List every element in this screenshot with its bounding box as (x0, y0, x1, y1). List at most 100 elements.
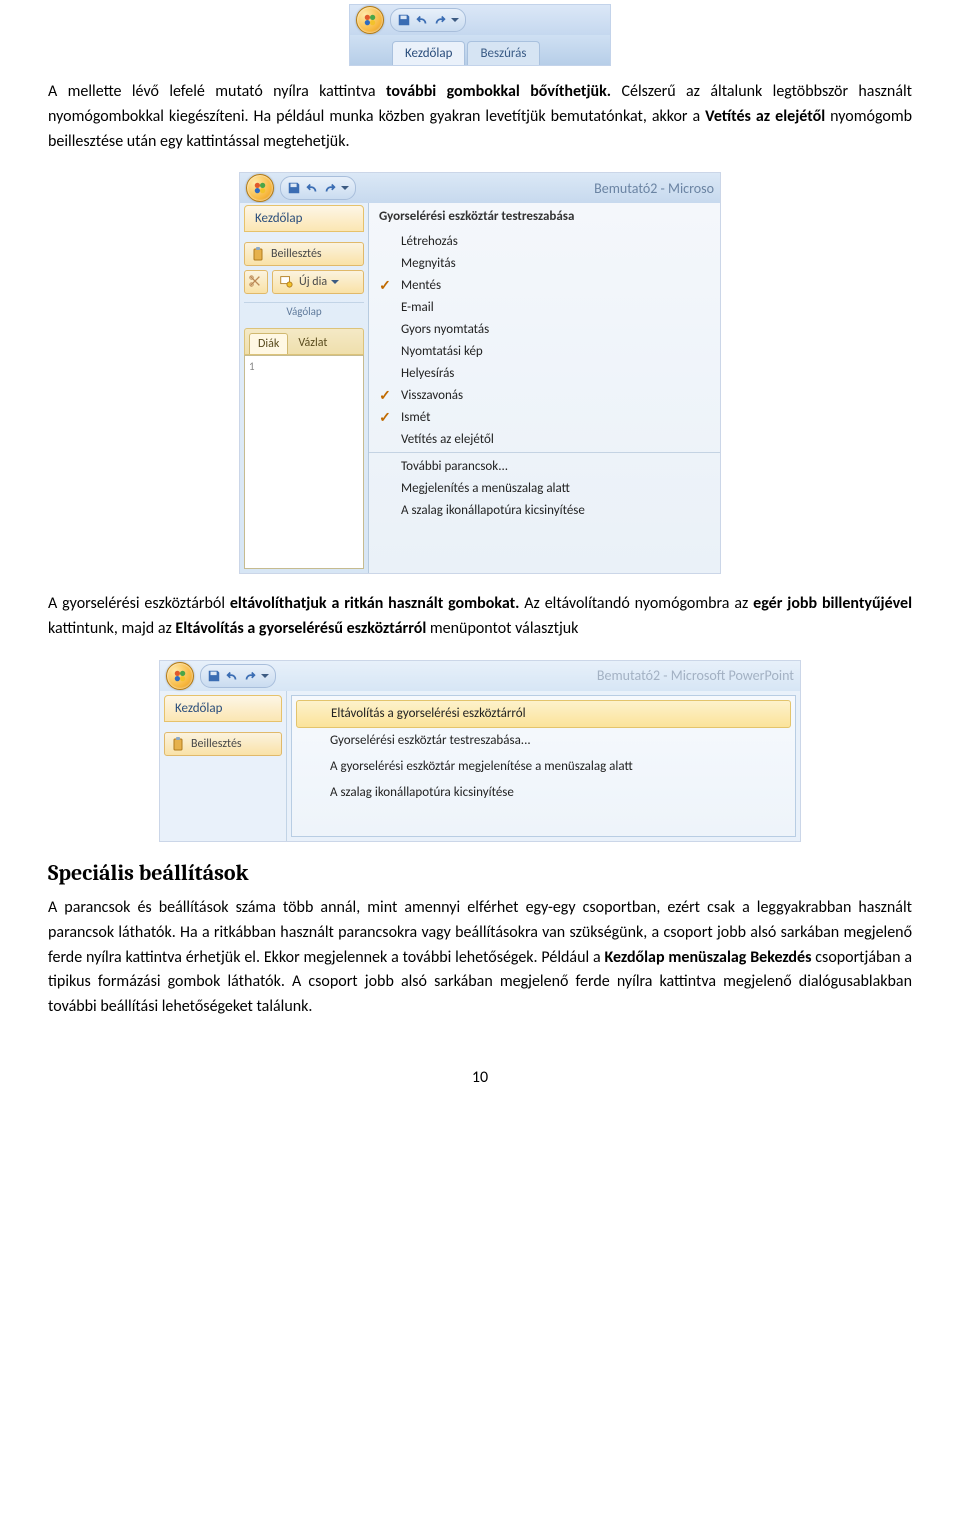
chevron-down-icon (451, 18, 459, 26)
figure-ribbon-tabs: Kezdőlap Beszúrás (349, 4, 611, 66)
check-icon: ✓ (377, 409, 393, 425)
bold-text: eltávolíthatjuk a ritkán használt gombok… (230, 594, 520, 613)
dropdown-header: Gyorselérési eszköztár testreszabása (369, 203, 720, 230)
dd-item-label: E-mail (401, 300, 434, 315)
qat-titlebar (350, 5, 610, 35)
text: A mellette lévő lefelé mutató nyílra kat… (48, 82, 386, 101)
figure-qat-customize: Bemutató2 - Microso Kezdőlap Beillesztés (239, 172, 721, 574)
qat-customize-dropdown: Gyorselérési eszköztár testreszabása Lét… (369, 203, 720, 573)
quick-access-toolbar (200, 664, 276, 688)
dd-item-visszavonas: ✓Visszavonás (369, 384, 720, 406)
quick-access-toolbar (390, 8, 466, 32)
check-icon (377, 233, 393, 249)
minimize-ribbon-icon (302, 784, 320, 802)
dd-item-ismet: ✓ Ismét (369, 406, 720, 428)
text: Az eltávolítandó nyomógombra az (519, 594, 753, 613)
dd-item-label: Mentés (401, 278, 441, 293)
customize-icon (302, 732, 320, 750)
check-icon (377, 321, 393, 337)
ctx-item-label: A szalag ikonállapotúra kicsinyítése (330, 785, 514, 800)
dd-item-label: Helyesírás (401, 366, 454, 381)
dd-item-label: Gyors nyomtatás (401, 322, 489, 337)
dd-item-megjelenites-alatt: Megjelenítés a menüszalag alatt (369, 477, 720, 499)
check-icon: ✓ (377, 277, 393, 293)
office-orb-icon (246, 174, 274, 202)
dd-item-megnyitas: Megnyitás (369, 252, 720, 274)
text: kattintunk, majd az (48, 619, 175, 638)
paste-label: Beillesztés (191, 737, 242, 751)
dd-item-gyorsnyomtatas: Gyors nyomtatás (369, 318, 720, 340)
ctx-item-eltavolitas: Eltávolítás a gyorselérési eszköztárról (296, 700, 791, 728)
check-icon (377, 343, 393, 359)
tab-vazlat: Vázlat (290, 333, 335, 354)
ctx-item-label: A gyorselérési eszköztár megjelenítése a… (330, 759, 633, 774)
section-heading-specialis: Speciális beállítások (48, 860, 912, 886)
ribbon-tab-kezdolap: Kezdőlap (164, 695, 282, 722)
ribbon-tab-kezdolap: Kezdőlap (244, 205, 364, 232)
new-slide-label: Új dia (299, 275, 327, 289)
paragraph-3: A parancsok és beállítások száma több an… (48, 896, 912, 1020)
chevron-down-icon (341, 186, 349, 194)
chevron-down-icon (331, 280, 339, 288)
group-label-clipboard: Vágólap (244, 302, 364, 318)
tab-beszuras: Beszúrás (467, 41, 539, 65)
outline-tabs: Diák Vázlat (244, 328, 364, 355)
check-icon (377, 431, 393, 447)
ctx-item-megjelenites-alatt: A gyorselérési eszköztár megjelenítése a… (292, 754, 795, 780)
bold-text: egér jobb billentyűjével (753, 594, 912, 613)
dd-item-letrehozas: Létrehozás (369, 230, 720, 252)
ctx-item-label: Gyorselérési eszköztár testreszabása... (330, 733, 531, 748)
office-orb-icon (166, 662, 194, 690)
check-icon (377, 365, 393, 381)
ctx-item-label: Eltávolítás a gyorselérési eszköztárról (331, 706, 526, 721)
undo-icon (225, 669, 239, 683)
ctx-item-szalag-kicsinyites: A szalag ikonállapotúra kicsinyítése (292, 780, 795, 806)
dd-item-label: Ismét (401, 410, 431, 425)
office-orb-icon (356, 6, 384, 34)
dd-item-label: Vetítés az elejétől (401, 432, 494, 447)
tab-kezdolap: Kezdőlap (392, 41, 465, 65)
bold-text: Vetítés az elejétől (705, 107, 825, 126)
dd-item-email: E-mail (369, 296, 720, 318)
remove-icon (303, 705, 321, 723)
text: menüpontot választjuk (426, 619, 578, 638)
dd-item-label: A szalag ikonállapotúra kicsinyítése (401, 503, 585, 518)
scissors-icon (248, 274, 264, 290)
figure-context-menu: Bemutató2 - Microsoft PowerPoint Kezdőla… (159, 660, 801, 842)
slide-thumbnail (244, 355, 364, 569)
tab-diak: Diák (249, 333, 288, 354)
window-title: Bemutató2 - Microsoft PowerPoint (597, 667, 794, 684)
dd-item-tovabbi-parancsok: További parancsok... (369, 452, 720, 477)
bold-text: Kezdőlap menüszalag Bekezdés (605, 948, 812, 967)
chevron-down-icon (261, 674, 269, 682)
paste-button: Beillesztés (244, 242, 364, 266)
check-icon (377, 255, 393, 271)
save-icon (287, 181, 301, 195)
dd-item-vetites-elejetol: Vetítés az elejétől (369, 428, 720, 450)
paste-button: Beillesztés (164, 732, 282, 756)
check-icon (377, 299, 393, 315)
dd-item-label: Megnyitás (401, 256, 456, 271)
dd-item-mentes: ✓ Mentés (369, 274, 720, 296)
dd-item-nyomtatasi-kep: Nyomtatási kép (369, 340, 720, 362)
dd-item-label: Nyomtatási kép (401, 344, 483, 359)
paste-icon (251, 246, 267, 262)
text: A gyorselérési eszköztárból (48, 594, 230, 613)
check-icon: ✓ (377, 387, 393, 403)
window-titlebar: Bemutató2 - Microsoft PowerPoint (160, 661, 800, 691)
bold-text: további gombokkal bővíthetjük. (386, 82, 611, 101)
dd-item-helyesiras: Helyesírás (369, 362, 720, 384)
redo-icon (323, 181, 337, 195)
dd-item-label: További parancsok... (401, 459, 508, 474)
undo-icon (415, 13, 429, 27)
bold-text: Eltávolítás a gyorselérésű eszköztárról (175, 619, 426, 638)
redo-icon (433, 13, 447, 27)
undo-icon (305, 181, 319, 195)
quick-access-toolbar (280, 176, 356, 200)
ribbon-tabs: Kezdőlap Beszúrás (350, 35, 610, 65)
paste-icon (171, 736, 187, 752)
dd-item-szalag-kicsinyites: A szalag ikonállapotúra kicsinyítése (369, 499, 720, 521)
paragraph-1: A mellette lévő lefelé mutató nyílra kat… (48, 80, 912, 154)
new-slide-button: Új dia (272, 270, 364, 294)
page-number: 10 (48, 1068, 912, 1087)
